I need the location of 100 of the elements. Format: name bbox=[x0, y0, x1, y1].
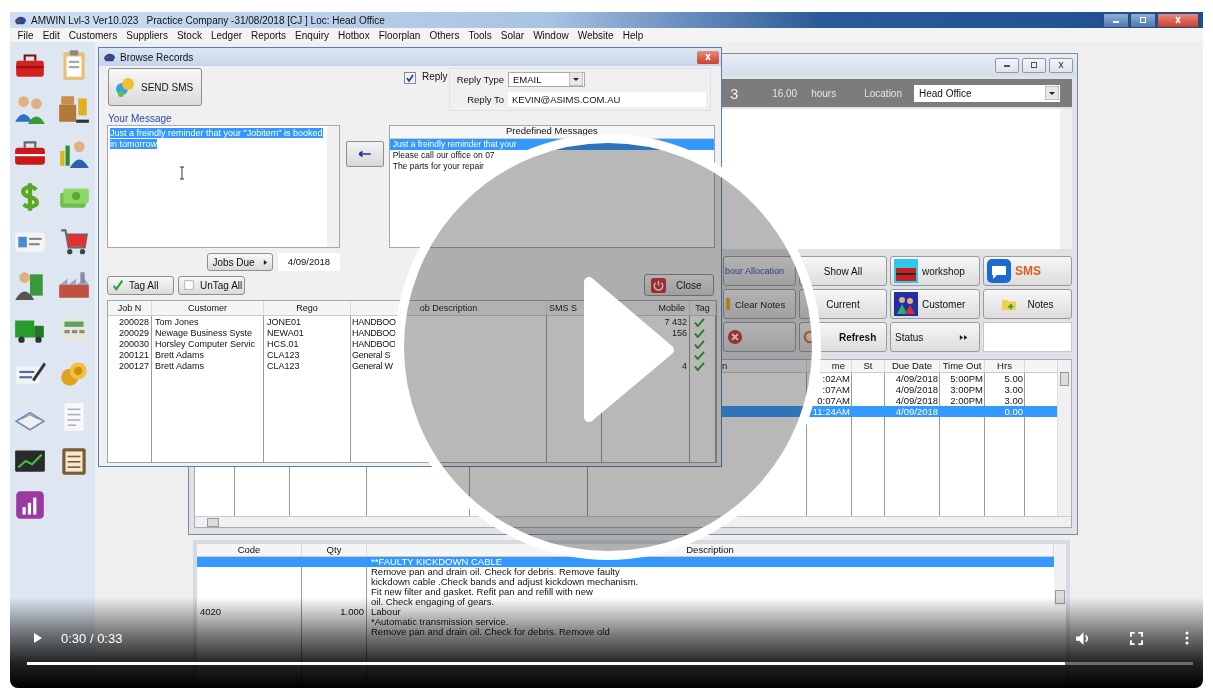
delete-button[interactable] bbox=[723, 322, 796, 352]
column-header[interactable]: Hrs bbox=[997, 360, 1012, 372]
scrollbar[interactable] bbox=[195, 516, 1071, 527]
column-header[interactable]: Description bbox=[686, 544, 734, 556]
check-icon[interactable] bbox=[694, 351, 705, 360]
column-header[interactable]: Job N bbox=[117, 301, 142, 315]
play-icon[interactable] bbox=[33, 632, 43, 644]
toolbar-button[interactable]: Refresh bbox=[799, 322, 887, 352]
reply-type-dropdown[interactable]: EMAIL bbox=[508, 71, 585, 87]
column-header[interactable]: Qty bbox=[326, 544, 342, 556]
table-row[interactable]: 4020 1.000 Labour bbox=[197, 607, 1054, 617]
reply-checkbox[interactable] bbox=[404, 72, 416, 84]
table-cell: 5.00 bbox=[1004, 373, 1023, 384]
maximize-button[interactable] bbox=[1022, 57, 1046, 73]
column-header[interactable]: Mobile bbox=[658, 301, 685, 315]
dropdown-arrow-icon[interactable] bbox=[1045, 86, 1059, 100]
toolbar-button[interactable]: Status bbox=[890, 322, 980, 352]
allocation-button[interactable]: bour Allocation bbox=[723, 256, 796, 286]
dropdown-arrow-icon[interactable] bbox=[569, 72, 583, 87]
bar-chart-icon[interactable] bbox=[13, 488, 47, 522]
message-item[interactable]: The parts for your repair bbox=[392, 161, 484, 172]
more-options-icon[interactable] bbox=[1185, 631, 1189, 645]
close-button[interactable] bbox=[1049, 57, 1073, 73]
reply-to-field[interactable]: KEVIN@ASIMS.COM.AU bbox=[508, 92, 706, 108]
location-dropdown[interactable]: Head Office bbox=[914, 84, 1060, 102]
menu-item[interactable]: Solar bbox=[496, 29, 529, 41]
insert-message-button[interactable] bbox=[345, 141, 384, 167]
column-header[interactable]: Tag bbox=[695, 301, 710, 315]
date-field[interactable]: 4/09/2018 bbox=[278, 253, 340, 271]
menu-item[interactable]: Hotbox bbox=[333, 29, 375, 41]
column-header[interactable]: Code bbox=[237, 544, 261, 556]
scrollbar[interactable] bbox=[1054, 544, 1066, 606]
app-logo-icon bbox=[103, 51, 116, 63]
column-header[interactable]: Customer bbox=[188, 301, 227, 315]
menu-item[interactable]: Customers bbox=[64, 29, 122, 41]
close-button[interactable]: Close bbox=[644, 274, 714, 296]
check-icon[interactable] bbox=[694, 329, 705, 338]
toolbar-button[interactable]: Customer bbox=[890, 289, 980, 319]
send-sms-button[interactable]: SEND SMS bbox=[108, 68, 202, 106]
text-cursor-icon bbox=[179, 166, 185, 180]
tag-all-button[interactable]: Tag All bbox=[107, 275, 174, 295]
toolbox-icon bbox=[894, 259, 918, 283]
table-cell: 4/09/2018 bbox=[895, 384, 938, 395]
menu-item[interactable]: File bbox=[13, 29, 39, 41]
toolbar-button[interactable]: Show All bbox=[799, 256, 887, 286]
check-icon[interactable] bbox=[694, 318, 705, 327]
menu-item[interactable]: Edit bbox=[38, 29, 65, 41]
window-title: AMWIN Lvl-3 Ver10.023 Practice Company -31/08/2018 [CJ ] Loc: Head Office bbox=[31, 14, 385, 26]
message-item[interactable]: Please call our office on 07 bbox=[392, 150, 495, 161]
job-number: 3 bbox=[730, 84, 739, 102]
column-header[interactable]: St bbox=[863, 360, 873, 372]
close-button[interactable] bbox=[697, 50, 719, 64]
check-icon[interactable] bbox=[694, 340, 705, 349]
menu-item[interactable]: Suppliers bbox=[121, 29, 173, 41]
menu-item[interactable]: Others bbox=[424, 29, 464, 41]
menu-item[interactable]: Reports bbox=[246, 29, 291, 41]
table-row[interactable]: oil. Check engaging of gears. bbox=[197, 597, 1054, 607]
check-icon[interactable] bbox=[694, 362, 705, 371]
menu-item[interactable]: Tools bbox=[463, 29, 497, 41]
scrollbar[interactable] bbox=[1057, 360, 1071, 516]
menu-item[interactable]: Ledger bbox=[206, 29, 247, 41]
maximize-button[interactable] bbox=[1130, 12, 1156, 28]
hours-label: hours bbox=[811, 87, 837, 99]
jobs-due-button[interactable]: Jobs Due bbox=[207, 253, 273, 271]
table-cell-text: **FAULTY KICKDOWN CABLE bbox=[370, 557, 504, 567]
scrollbar[interactable] bbox=[326, 126, 339, 247]
fullscreen-icon[interactable] bbox=[1130, 631, 1143, 645]
column-header[interactable]: me bbox=[831, 360, 845, 372]
progress-bar[interactable] bbox=[27, 662, 1193, 665]
table-row[interactable]: *Automatic transmission service. bbox=[197, 617, 1054, 627]
scrollbar[interactable] bbox=[1060, 109, 1072, 249]
column-header[interactable]: Rego bbox=[296, 301, 318, 315]
menu-item[interactable]: Window bbox=[528, 29, 574, 41]
column-header[interactable]: ob Description bbox=[419, 301, 478, 315]
untag-all-button[interactable]: UnTag All bbox=[178, 275, 245, 295]
menu-item[interactable]: Help bbox=[618, 29, 648, 41]
table-row[interactable]: Remove pan and drain oil. Check for debris. Remove faulty bbox=[197, 567, 1054, 577]
toolbar-button[interactable]: Notes bbox=[983, 289, 1072, 319]
column-header[interactable]: Time Out bbox=[942, 360, 982, 372]
table-cell: 4/09/2018 bbox=[895, 406, 938, 417]
table-row[interactable]: kickdown cable .Check bands and adjust kickdown mechanism. bbox=[197, 577, 1054, 587]
close-button[interactable] bbox=[1157, 12, 1199, 28]
table-row[interactable]: Fit new filter and gasket. Refit pan and refill with new bbox=[197, 587, 1054, 597]
minimize-button[interactable] bbox=[995, 57, 1019, 73]
column-header[interactable]: n bbox=[722, 360, 728, 372]
menu-item[interactable]: Floorplan bbox=[374, 29, 425, 41]
toolbar-button[interactable]: workshop bbox=[890, 256, 980, 286]
column-header[interactable]: SMS S bbox=[549, 301, 577, 315]
minimize-button[interactable] bbox=[1103, 12, 1129, 28]
menu-item[interactable]: Stock bbox=[172, 29, 207, 41]
menu-item[interactable]: Enquiry bbox=[290, 29, 334, 41]
table-row[interactable]: Remove pan and drain oil. Check for debris. Remove old bbox=[197, 627, 1054, 637]
table-cell: 0:07AM bbox=[817, 395, 850, 406]
toolbar-button[interactable]: Clear Notes bbox=[723, 289, 796, 319]
menu-item[interactable]: Website bbox=[573, 29, 619, 41]
chat-bubble-icon bbox=[987, 259, 1011, 283]
toolbar-button[interactable]: Current bbox=[799, 289, 887, 319]
column-header[interactable]: Due Date bbox=[891, 360, 933, 372]
table-cell: General W bbox=[352, 361, 393, 371]
table-cell: 3.00 bbox=[1004, 395, 1023, 406]
